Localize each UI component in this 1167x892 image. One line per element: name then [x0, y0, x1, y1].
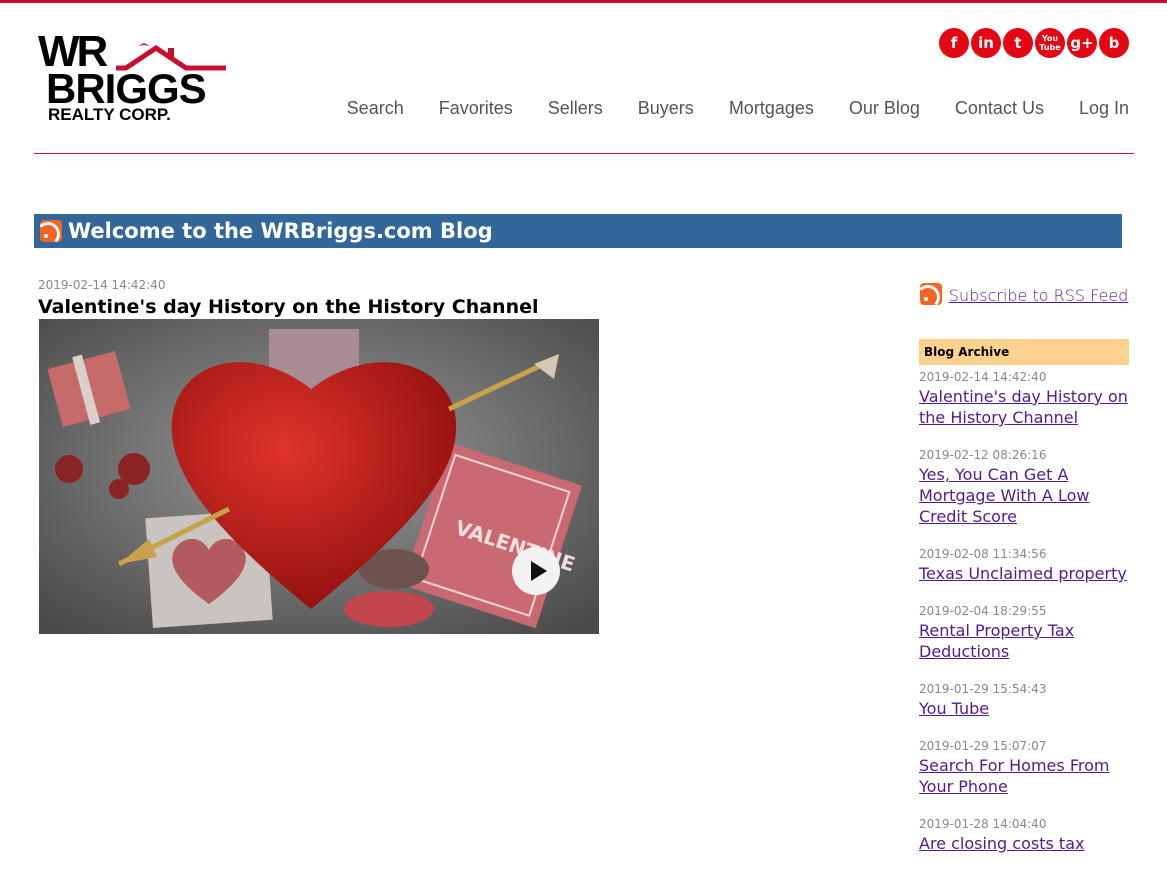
play-button[interactable] — [512, 547, 560, 595]
archive-link[interactable]: Rental Property Tax Deductions — [919, 620, 1129, 662]
nav-log-in[interactable]: Log In — [1079, 98, 1129, 119]
list-item: 2019-01-29 15:07:07 Search For Homes Fro… — [919, 739, 1129, 797]
linkedin-icon[interactable]: in — [971, 28, 1001, 58]
list-item: 2019-01-29 15:54:43 You Tube — [919, 682, 1129, 719]
rss-icon[interactable] — [919, 283, 942, 305]
facebook-icon[interactable]: f — [939, 28, 969, 58]
archive-link[interactable]: Search For Homes From Your Phone — [919, 755, 1129, 797]
nav-sellers[interactable]: Sellers — [548, 98, 603, 119]
archive-date: 2019-02-12 08:26:16 — [919, 448, 1047, 462]
main-nav: Search Favorites Sellers Buyers Mortgage… — [347, 98, 1129, 119]
blog-archive-header: Blog Archive — [919, 339, 1129, 365]
list-item: 2019-01-28 14:04:40 Are closing costs ta… — [919, 817, 1129, 854]
logo-realty-text: REALTY CORP. — [48, 105, 171, 124]
nav-our-blog[interactable]: Our Blog — [849, 98, 920, 119]
list-item: 2019-02-08 11:34:56 Texas Unclaimed prop… — [919, 547, 1129, 584]
post-title: Valentine's day History on the History C… — [38, 296, 539, 318]
social-links: f in t You Tube g+ b — [939, 28, 1129, 58]
list-item: 2019-02-04 18:29:55 Rental Property Tax … — [919, 604, 1129, 662]
top-accent-rule — [0, 0, 1167, 3]
archive-date: 2019-01-29 15:54:43 — [919, 682, 1047, 696]
video-thumbnail: VALENTINE — [39, 319, 599, 634]
site-logo[interactable]: WR BRIGGS REALTY CORP. — [38, 30, 226, 126]
google-plus-icon[interactable]: g+ — [1067, 28, 1097, 58]
nav-search[interactable]: Search — [347, 98, 404, 119]
archive-link[interactable]: Yes, You Can Get A Mortgage With A Low C… — [919, 464, 1129, 527]
archive-date: 2019-02-08 11:34:56 — [919, 547, 1047, 561]
nav-mortgages[interactable]: Mortgages — [729, 98, 814, 119]
header-divider — [34, 153, 1134, 154]
list-item: 2019-02-12 08:26:16 Yes, You Can Get A M… — [919, 448, 1129, 527]
nav-buyers[interactable]: Buyers — [638, 98, 694, 119]
archive-link[interactable]: Valentine's day History on the History C… — [919, 386, 1129, 428]
archive-link[interactable]: Are closing costs tax — [919, 833, 1129, 854]
archive-date: 2019-01-29 15:07:07 — [919, 739, 1047, 753]
nav-favorites[interactable]: Favorites — [439, 98, 513, 119]
archive-link[interactable]: Texas Unclaimed property — [919, 563, 1129, 584]
post-date: 2019-02-14 14:42:40 — [38, 278, 166, 292]
blog-icon[interactable]: b — [1099, 28, 1129, 58]
archive-date: 2019-01-28 14:04:40 — [919, 817, 1047, 831]
archive-link[interactable]: You Tube — [919, 698, 1129, 719]
video-embed[interactable]: VALENTINE — [39, 319, 599, 634]
nav-contact-us[interactable]: Contact Us — [955, 98, 1044, 119]
youtube-icon[interactable]: You Tube — [1035, 28, 1065, 58]
logo-briggs-text: BRIGGS — [46, 65, 207, 112]
list-item: 2019-02-14 14:42:40 Valentine's day Hist… — [919, 370, 1129, 428]
subscribe-rss-link[interactable]: Subscribe to RSS Feed — [949, 286, 1129, 305]
blog-header-title: Welcome to the WRBriggs.com Blog — [68, 219, 493, 243]
twitter-icon[interactable]: t — [1003, 28, 1033, 58]
subscribe-rss: Subscribe to RSS Feed — [919, 283, 1129, 308]
blog-archive-list: 2019-02-14 14:42:40 Valentine's day Hist… — [919, 370, 1129, 874]
rss-icon[interactable] — [40, 220, 62, 242]
archive-date: 2019-02-04 18:29:55 — [919, 604, 1047, 618]
archive-date: 2019-02-14 14:42:40 — [919, 370, 1047, 384]
blog-header-bar: Welcome to the WRBriggs.com Blog — [34, 214, 1122, 248]
